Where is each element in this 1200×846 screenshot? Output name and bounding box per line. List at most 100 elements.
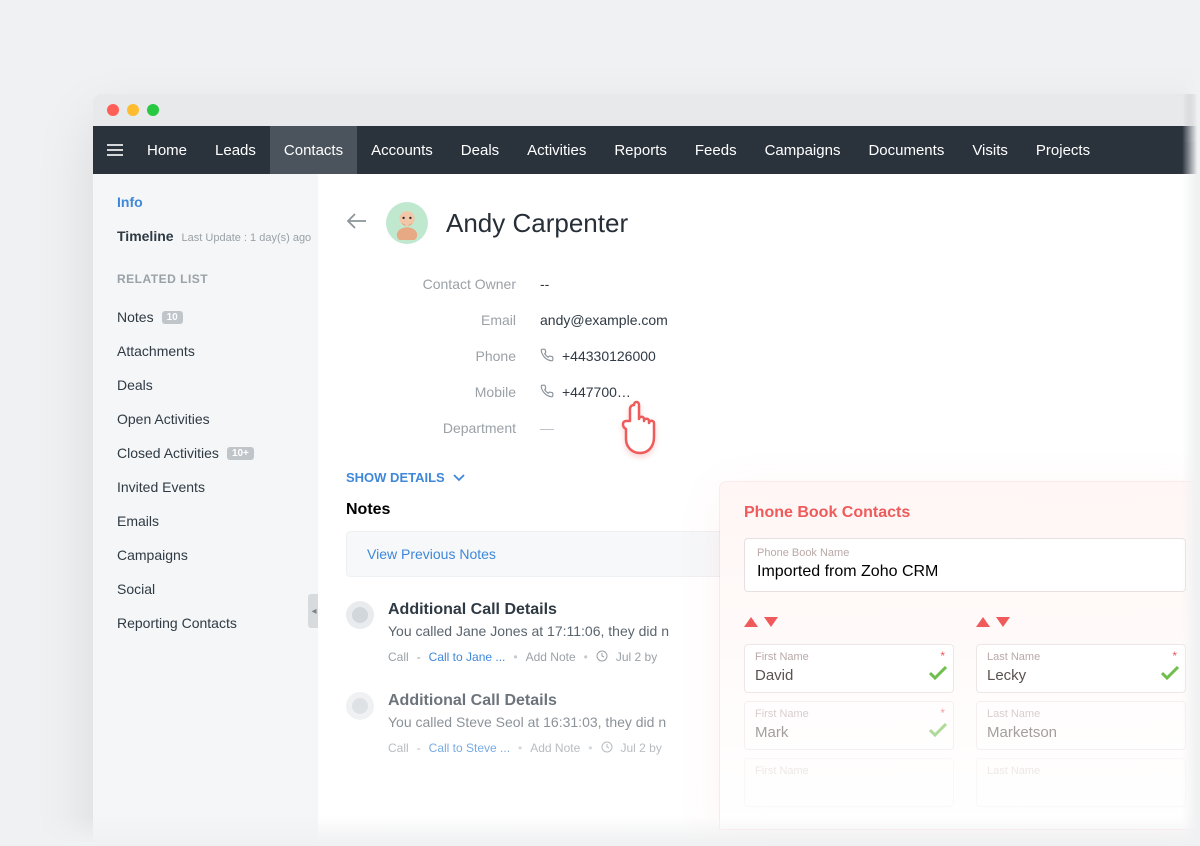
last-name-field[interactable]: * Last Name Lecky	[976, 644, 1186, 693]
note-title: Additional Call Details	[388, 601, 669, 619]
nav-activities[interactable]: Activities	[513, 126, 600, 174]
sidebar-item-notes[interactable]: Notes 10	[117, 300, 318, 334]
sidebar-item-label: Reporting Contacts	[117, 615, 237, 631]
clock-icon	[596, 650, 608, 665]
note-tag: Call	[388, 741, 409, 755]
phonebook-popup: Phone Book Contacts Phone Book Name Impo…	[720, 482, 1200, 829]
sidebar-item-label: Social	[117, 581, 155, 597]
nav-home[interactable]: Home	[133, 126, 201, 174]
field-label: First Name	[755, 765, 943, 777]
sidebar-item-open-activities[interactable]: Open Activities	[117, 402, 318, 436]
check-icon	[1161, 666, 1179, 685]
sidebar-item-campaigns[interactable]: Campaigns	[117, 538, 318, 572]
sidebar-item-label: Emails	[117, 513, 159, 529]
nav-projects[interactable]: Projects	[1022, 126, 1104, 174]
value-phone[interactable]: +44330126000	[540, 348, 656, 365]
sort-down-icon[interactable]	[996, 614, 1010, 632]
label-department: Department	[376, 420, 540, 436]
last-name-field[interactable]: Last Name Marketson	[976, 701, 1186, 750]
clock-icon	[601, 741, 613, 756]
sidebar-item-label: Deals	[117, 377, 153, 393]
sidebar-item-label: Campaigns	[117, 547, 188, 563]
field-label: Last Name	[987, 765, 1175, 777]
nav-reports[interactable]: Reports	[600, 126, 681, 174]
sidebar-item-attachments[interactable]: Attachments	[117, 334, 318, 368]
sort-controls[interactable]	[976, 614, 1186, 632]
sidebar-item-invited-events[interactable]: Invited Events	[117, 470, 318, 504]
sort-down-icon[interactable]	[764, 614, 778, 632]
note-call-link[interactable]: Call to Jane ...	[429, 650, 506, 664]
sidebar-item-closed-activities[interactable]: Closed Activities 10+	[117, 436, 318, 470]
note-title: Additional Call Details	[388, 692, 666, 710]
note-call-link[interactable]: Call to Steve ...	[429, 741, 510, 755]
field-value	[755, 781, 943, 798]
sidebar-item-reporting-contacts[interactable]: Reporting Contacts	[117, 606, 318, 640]
first-name-field[interactable]: First Name	[744, 758, 954, 807]
sidebar-timeline-update: Last Update : 1 day(s) ago	[182, 232, 312, 244]
field-value: Mark	[755, 724, 943, 741]
note-text: You called Steve Seol at 16:31:03, they …	[388, 714, 666, 730]
note-time: Jul 2 by	[621, 741, 662, 755]
nav-visits[interactable]: Visits	[958, 126, 1022, 174]
sidebar-info[interactable]: Info	[117, 194, 318, 210]
contact-avatar	[386, 202, 428, 244]
note-add-link[interactable]: Add Note	[526, 650, 576, 664]
note-avatar	[346, 601, 374, 629]
nav-leads[interactable]: Leads	[201, 126, 270, 174]
top-nav: Home Leads Contacts Accounts Deals Activ…	[93, 126, 1200, 174]
note-tag: Call	[388, 650, 409, 664]
back-arrow-icon[interactable]	[346, 213, 368, 234]
sidebar: Info Timeline Last Update : 1 day(s) ago…	[93, 174, 318, 846]
check-icon	[929, 666, 947, 685]
window-close-icon[interactable]	[107, 104, 119, 116]
sidebar-badge: 10	[162, 311, 183, 324]
sidebar-related-header: RELATED LIST	[117, 272, 318, 286]
required-icon: *	[940, 649, 945, 663]
sort-controls[interactable]	[744, 614, 954, 632]
field-label: First Name	[755, 651, 943, 663]
nav-documents[interactable]: Documents	[854, 126, 958, 174]
value-email[interactable]: andy@example.com	[540, 312, 668, 328]
sidebar-item-deals[interactable]: Deals	[117, 368, 318, 402]
window-maximize-icon[interactable]	[147, 104, 159, 116]
field-value: Marketson	[987, 724, 1175, 741]
sidebar-item-label: Invited Events	[117, 479, 205, 495]
nav-contacts[interactable]: Contacts	[270, 126, 357, 174]
nav-feeds[interactable]: Feeds	[681, 126, 751, 174]
last-name-field[interactable]: Last Name	[976, 758, 1186, 807]
sort-up-icon[interactable]	[976, 614, 990, 632]
note-add-link[interactable]: Add Note	[530, 741, 580, 755]
hamburger-icon[interactable]	[93, 144, 133, 156]
sidebar-item-label: Open Activities	[117, 411, 210, 427]
sidebar-item-emails[interactable]: Emails	[117, 504, 318, 538]
field-value	[987, 781, 1175, 798]
sort-up-icon[interactable]	[744, 614, 758, 632]
required-icon: *	[940, 706, 945, 720]
sidebar-item-label: Notes	[117, 309, 154, 325]
window-minimize-icon[interactable]	[127, 104, 139, 116]
value-contact-owner: --	[540, 276, 549, 292]
phone-icon	[540, 348, 554, 365]
nav-overflow-fade	[1183, 94, 1200, 142]
note-avatar	[346, 692, 374, 720]
phonebook-name-value: Imported from Zoho CRM	[757, 563, 1173, 581]
label-contact-owner: Contact Owner	[376, 276, 540, 292]
label-phone: Phone	[376, 348, 540, 364]
nav-deals[interactable]: Deals	[447, 126, 513, 174]
sidebar-item-social[interactable]: Social	[117, 572, 318, 606]
first-name-field[interactable]: * First Name David	[744, 644, 954, 693]
nav-campaigns[interactable]: Campaigns	[751, 126, 855, 174]
sidebar-item-label: Closed Activities	[117, 445, 219, 461]
nav-accounts[interactable]: Accounts	[357, 126, 447, 174]
phonebook-name-field[interactable]: Phone Book Name Imported from Zoho CRM	[744, 538, 1186, 592]
note-meta: Call- Call to Steve ... • Add Note • Jul…	[388, 740, 666, 755]
sidebar-item-label: Attachments	[117, 343, 195, 359]
value-department: —	[540, 420, 554, 436]
first-name-field[interactable]: * First Name Mark	[744, 701, 954, 750]
field-label: First Name	[755, 708, 943, 720]
sidebar-badge: 10+	[227, 447, 254, 460]
contact-name: Andy Carpenter	[446, 208, 628, 239]
field-label: Last Name	[987, 651, 1175, 663]
phone-icon	[540, 384, 554, 401]
sidebar-timeline[interactable]: Timeline Last Update : 1 day(s) ago	[117, 228, 318, 244]
